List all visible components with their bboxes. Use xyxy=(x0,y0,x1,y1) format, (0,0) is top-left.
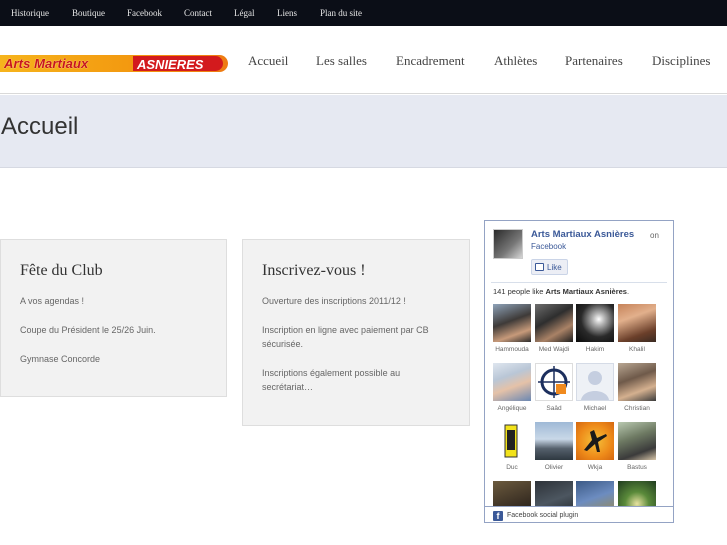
card-text: Inscriptions également possible au secré… xyxy=(262,368,401,392)
logo-badge: ASNIERES xyxy=(133,56,223,72)
martial-arts-silhouette-icon xyxy=(584,430,607,452)
fan-item[interactable]: Olivier xyxy=(534,422,574,479)
fan-name: Wkja xyxy=(587,464,603,471)
card-text: Gymnase Concorde xyxy=(20,354,101,364)
fan-item[interactable]: Khalil xyxy=(617,304,657,361)
topnav-boutique[interactable]: Boutique xyxy=(72,8,105,18)
facebook-page-avatar[interactable] xyxy=(493,229,523,259)
logo-text-left: Arts Martiaux xyxy=(4,56,89,71)
fan-avatar xyxy=(535,422,573,460)
like-button[interactable]: Like xyxy=(531,259,568,275)
fan-item[interactable]: Bastus xyxy=(617,422,657,479)
fan-name: Duc xyxy=(506,464,518,471)
page-title-bar: Accueil xyxy=(0,95,727,168)
fan-avatar xyxy=(493,363,531,401)
fan-item[interactable]: Med Wajdi xyxy=(534,304,574,361)
fan-item[interactable]: Saâd xyxy=(534,363,574,420)
facebook-site-link[interactable]: Facebook xyxy=(531,242,566,251)
fan-name: Angélique xyxy=(497,405,527,412)
card-fete-du-club: Fête du Club A vos agendas ! Coupe du Pr… xyxy=(0,239,227,397)
fan-count-prefix: 141 people like xyxy=(493,287,546,296)
fan-item[interactable]: Hammouda xyxy=(492,304,532,361)
fan-name: Khalil xyxy=(629,346,645,353)
thumbs-up-icon xyxy=(535,263,544,271)
facebook-on-label: on xyxy=(650,231,659,240)
fan-avatar xyxy=(535,304,573,342)
fan-name: Hakim xyxy=(585,346,605,353)
logo-icon xyxy=(538,366,570,398)
card-text: Coupe du Président le 25/26 Juin. xyxy=(20,325,156,335)
fan-count-suffix: . xyxy=(626,287,630,296)
nav-encadrement[interactable]: Encadrement xyxy=(396,53,465,69)
fan-avatar xyxy=(535,363,573,401)
site-header: Arts Martiaux ASNIERES Accueil Les salle… xyxy=(0,26,727,94)
fan-item[interactable]: Angélique xyxy=(492,363,532,420)
fan-name: Bastus xyxy=(627,464,647,471)
fan-item[interactable]: Duc xyxy=(492,422,532,479)
topnav-historique[interactable]: Historique xyxy=(11,8,49,18)
card-title: Inscrivez-vous ! xyxy=(262,262,366,279)
fan-count-page: Arts Martiaux Asnières xyxy=(545,287,627,296)
facebook-footer: f Facebook social plugin xyxy=(485,506,673,522)
card-text: Ouverture des inscriptions 2011/12 ! xyxy=(262,296,406,306)
card-inscrivez-vous: Inscrivez-vous ! Ouverture des inscripti… xyxy=(242,239,470,426)
page-title: Accueil xyxy=(1,113,79,140)
nav-les-salles[interactable]: Les salles xyxy=(316,53,367,69)
fan-avatar xyxy=(618,304,656,342)
fan-avatar xyxy=(576,422,614,460)
nav-athletes[interactable]: Athlètes xyxy=(494,53,537,69)
nav-disciplines[interactable]: Disciplines xyxy=(652,53,711,69)
fan-item[interactable]: Christian xyxy=(617,363,657,420)
nav-accueil[interactable]: Accueil xyxy=(248,53,288,69)
fan-count: 141 people like Arts Martiaux Asnières. xyxy=(493,287,629,296)
fan-avatar xyxy=(493,422,531,460)
topnav-legal[interactable]: Légal xyxy=(234,8,255,18)
fan-avatar xyxy=(618,363,656,401)
topnav-liens[interactable]: Liens xyxy=(277,8,297,18)
top-bar: Historique Boutique Facebook Contact Lég… xyxy=(0,0,727,26)
yellow-banner-icon xyxy=(504,424,518,458)
card-title: Fête du Club xyxy=(20,262,103,279)
fan-avatar xyxy=(493,304,531,342)
topnav-facebook[interactable]: Facebook xyxy=(127,8,162,18)
fan-item[interactable]: Hakim xyxy=(575,304,615,361)
fan-name: Hammouda xyxy=(495,346,529,353)
fan-avatar xyxy=(618,422,656,460)
facebook-like-box: Arts Martiaux Asnières on Facebook Like … xyxy=(484,220,674,523)
facebook-icon: f xyxy=(493,511,503,521)
fan-name: Christian xyxy=(624,405,650,412)
fan-name: Michael xyxy=(583,405,607,412)
fan-item[interactable]: Wkja xyxy=(575,422,615,479)
nav-partenaires[interactable]: Partenaires xyxy=(565,53,623,69)
default-avatar-icon xyxy=(581,371,609,400)
like-label: Like xyxy=(547,263,562,272)
fan-item[interactable]: Michael xyxy=(575,363,615,420)
facebook-footer-text[interactable]: Facebook social plugin xyxy=(507,512,578,519)
card-text: Inscription en ligne avec paiement par C… xyxy=(262,325,429,349)
facebook-page-name[interactable]: Arts Martiaux Asnières xyxy=(531,229,634,240)
site-logo[interactable]: Arts Martiaux ASNIERES xyxy=(0,55,228,72)
logo-text-right: ASNIERES xyxy=(137,57,204,72)
fan-avatar xyxy=(576,363,614,401)
card-text: A vos agendas ! xyxy=(20,296,85,306)
fan-avatar xyxy=(576,304,614,342)
topnav-plan-du-site[interactable]: Plan du site xyxy=(320,8,362,18)
topnav-contact[interactable]: Contact xyxy=(184,8,212,18)
divider xyxy=(491,282,667,283)
